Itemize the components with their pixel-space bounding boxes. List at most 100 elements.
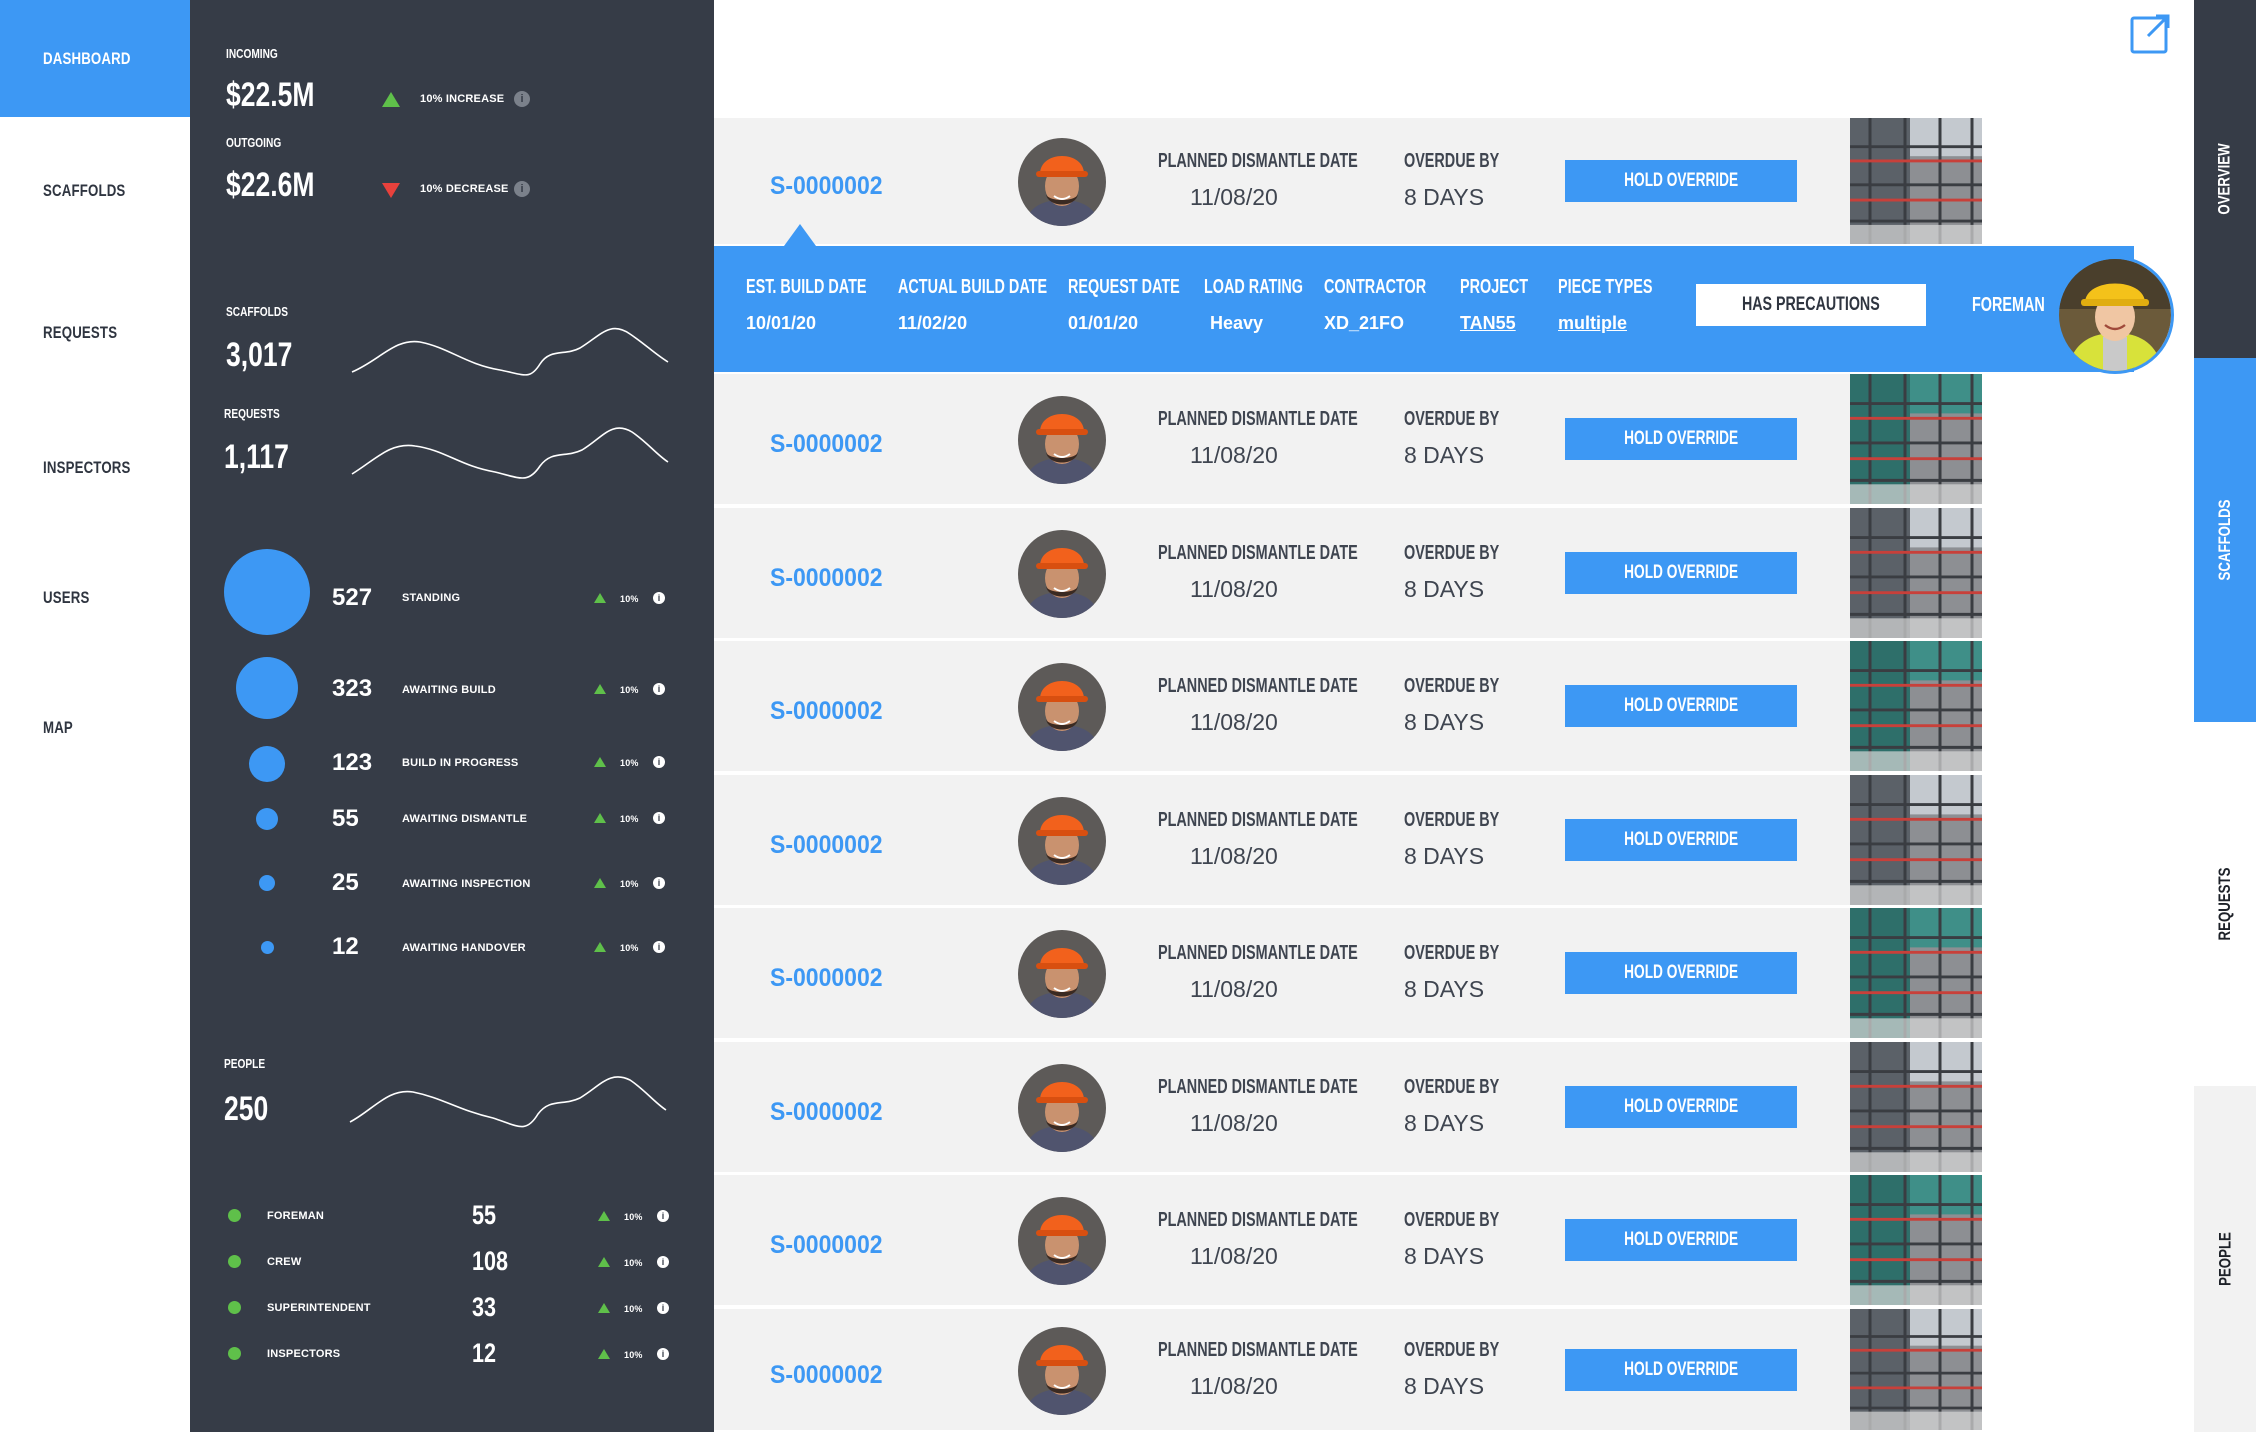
scaffold-photo[interactable] bbox=[1850, 374, 1982, 504]
up-arrow-icon bbox=[598, 1349, 610, 1359]
scaffold-photo-icon bbox=[1850, 1309, 1982, 1430]
scaffold-id-link[interactable]: S-0000002 bbox=[770, 1098, 892, 1127]
scaffold-photo[interactable] bbox=[1850, 1042, 1982, 1172]
decrease-arrow-icon bbox=[382, 183, 400, 198]
has-precautions-button[interactable]: HAS PRECAUTIONS bbox=[1696, 284, 1926, 326]
overdue-value: 8 DAYS bbox=[1404, 976, 1485, 1002]
scaffold-photo-icon bbox=[1850, 374, 1982, 504]
hold-override-button[interactable]: HOLD OVERRIDE bbox=[1565, 1086, 1797, 1128]
foreman-avatar[interactable] bbox=[2056, 256, 2174, 374]
scaffold-photo-icon bbox=[1850, 641, 1982, 771]
up-arrow-icon bbox=[598, 1303, 610, 1313]
awaiting-dismantle-bubble bbox=[256, 808, 278, 830]
scaffold-id-link[interactable]: S-0000002 bbox=[770, 964, 892, 993]
scaffold-id-link[interactable]: S-0000002 bbox=[770, 564, 892, 593]
hold-override-button[interactable]: HOLD OVERRIDE bbox=[1565, 418, 1797, 460]
awaiting-inspection-label: AWAITING INSPECTION bbox=[402, 878, 531, 890]
role-crew-count: 108 bbox=[472, 1246, 509, 1276]
scaffold-id-link[interactable]: S-0000002 bbox=[770, 1231, 892, 1260]
scaffold-row[interactable]: S-0000002 PLANNED DISMANTLE DATE 11/08/2… bbox=[714, 641, 1982, 773]
scaffold-row[interactable]: S-0000002 PLANNED DISMANTLE DATE 11/08/2… bbox=[714, 118, 1982, 246]
info-icon[interactable]: i bbox=[653, 941, 665, 953]
scaffold-row[interactable]: S-0000002 PLANNED DISMANTLE DATE 11/08/2… bbox=[714, 1309, 1982, 1432]
info-icon[interactable]: i bbox=[653, 592, 665, 604]
awaiting-handover-label: AWAITING HANDOVER bbox=[402, 942, 526, 954]
overdue-value: 8 DAYS bbox=[1404, 843, 1485, 869]
scaffold-photo[interactable] bbox=[1850, 908, 1982, 1038]
scaffold-id-link[interactable]: S-0000002 bbox=[770, 1361, 892, 1390]
dismantle-date-value: 11/08/20 bbox=[1190, 1372, 1278, 1399]
awaiting-dismantle-count: 55 bbox=[332, 805, 359, 832]
info-icon[interactable]: i bbox=[514, 91, 530, 107]
detail-load-rating: LOAD RATING Heavy bbox=[1204, 276, 1303, 333]
nav-item-dashboard[interactable]: DASHBOARD bbox=[0, 0, 190, 117]
scaffold-row[interactable]: S-0000002 PLANNED DISMANTLE DATE 11/08/2… bbox=[714, 374, 1982, 506]
role-foreman-label: FOREMAN bbox=[267, 1210, 325, 1222]
scaffold-row[interactable]: S-0000002 PLANNED DISMANTLE DATE 11/08/2… bbox=[714, 1042, 1982, 1174]
scaffold-row[interactable]: S-0000002 PLANNED DISMANTLE DATE 11/08/2… bbox=[714, 775, 1982, 907]
scaffold-id-link[interactable]: S-0000002 bbox=[770, 430, 892, 459]
build-in-progress-bubble bbox=[249, 746, 285, 782]
info-icon[interactable]: i bbox=[653, 756, 665, 768]
project-link[interactable]: TAN55 bbox=[1460, 313, 1554, 334]
nav-item-map[interactable]: MAP bbox=[0, 669, 190, 786]
role-superintendent-label: SUPERINTENDENT bbox=[267, 1302, 371, 1314]
scaffold-id-link[interactable]: S-0000002 bbox=[770, 172, 892, 201]
overdue-label: OVERDUE BY bbox=[1404, 1338, 1500, 1361]
nav-item-requests[interactable]: REQUESTS bbox=[0, 274, 190, 391]
overdue-label: OVERDUE BY bbox=[1404, 542, 1500, 564]
scaffold-photo[interactable] bbox=[1850, 641, 1982, 771]
tab-requests[interactable]: REQUESTS bbox=[2194, 722, 2256, 1086]
nav-item-users[interactable]: USERS bbox=[0, 539, 190, 656]
hold-override-button[interactable]: HOLD OVERRIDE bbox=[1565, 552, 1797, 594]
overdue-value: 8 DAYS bbox=[1404, 1110, 1485, 1136]
info-icon[interactable]: i bbox=[514, 181, 530, 197]
tab-people[interactable]: PEOPLE bbox=[2194, 1086, 2256, 1432]
nav-item-scaffolds[interactable]: SCAFFOLDS bbox=[0, 132, 190, 249]
tab-scaffolds[interactable]: SCAFFOLDS bbox=[2194, 358, 2256, 722]
scaffold-row[interactable]: S-0000002 PLANNED DISMANTLE DATE 11/08/2… bbox=[714, 1175, 1982, 1307]
awaiting-build-change: 10% bbox=[620, 685, 639, 695]
overdue-value: 8 DAYS bbox=[1404, 442, 1485, 468]
scaffold-photo[interactable] bbox=[1850, 118, 1982, 244]
hold-override-button[interactable]: HOLD OVERRIDE bbox=[1565, 819, 1797, 861]
scaffold-row[interactable]: S-0000002 PLANNED DISMANTLE DATE 11/08/2… bbox=[714, 508, 1982, 640]
worker-photo-icon bbox=[1018, 663, 1106, 751]
scaffold-photo[interactable] bbox=[1850, 775, 1982, 905]
scaffold-id-link[interactable]: S-0000002 bbox=[770, 697, 892, 726]
scaffold-photo[interactable] bbox=[1850, 1175, 1982, 1305]
hold-override-button[interactable]: HOLD OVERRIDE bbox=[1565, 1219, 1797, 1261]
worker-photo-icon bbox=[1018, 797, 1106, 885]
awaiting-dismantle-change: 10% bbox=[620, 814, 639, 824]
up-arrow-icon bbox=[598, 1257, 610, 1267]
standing-bubble bbox=[224, 549, 310, 635]
role-dot bbox=[228, 1209, 241, 1222]
scaffold-id-link[interactable]: S-0000002 bbox=[770, 831, 892, 860]
details-pointer bbox=[784, 224, 816, 246]
role-crew-label: CREW bbox=[267, 1256, 302, 1268]
info-icon[interactable]: i bbox=[653, 683, 665, 695]
scaffold-row[interactable]: S-0000002 PLANNED DISMANTLE DATE 11/08/2… bbox=[714, 908, 1982, 1040]
scaffold-photo[interactable] bbox=[1850, 508, 1982, 638]
piece-types-link[interactable]: multiple bbox=[1558, 313, 1689, 334]
info-icon[interactable]: i bbox=[657, 1210, 669, 1222]
awaiting-build-label: AWAITING BUILD bbox=[402, 684, 496, 696]
requests-label: REQUESTS bbox=[224, 406, 280, 421]
info-icon[interactable]: i bbox=[653, 812, 665, 824]
hold-override-button[interactable]: HOLD OVERRIDE bbox=[1565, 1348, 1797, 1391]
info-icon[interactable]: i bbox=[657, 1348, 669, 1360]
info-icon[interactable]: i bbox=[657, 1256, 669, 1268]
info-icon[interactable]: i bbox=[653, 877, 665, 889]
scaffold-photo-icon bbox=[1850, 775, 1982, 905]
hold-override-button[interactable]: HOLD OVERRIDE bbox=[1565, 160, 1797, 202]
scaffold-photo-icon bbox=[1850, 118, 1982, 244]
nav-item-inspectors[interactable]: INSPECTORS bbox=[0, 409, 190, 526]
tab-overview[interactable]: OVERVIEW bbox=[2194, 0, 2256, 358]
external-link-icon[interactable] bbox=[2130, 14, 2170, 54]
overdue-value: 8 DAYS bbox=[1404, 576, 1485, 602]
hold-override-button[interactable]: HOLD OVERRIDE bbox=[1565, 952, 1797, 994]
hold-override-button[interactable]: HOLD OVERRIDE bbox=[1565, 685, 1797, 727]
overdue-label: OVERDUE BY bbox=[1404, 809, 1500, 831]
info-icon[interactable]: i bbox=[657, 1302, 669, 1314]
scaffold-photo[interactable] bbox=[1850, 1309, 1982, 1430]
